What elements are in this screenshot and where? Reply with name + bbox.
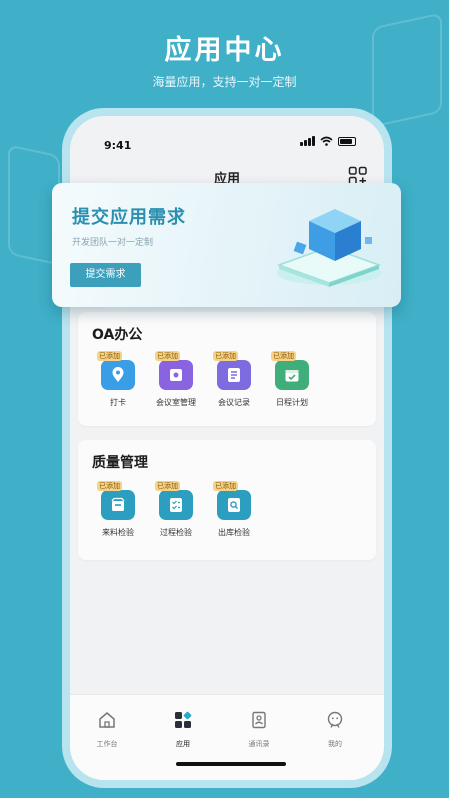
app-label: 打卡 (110, 398, 126, 407)
checklist-icon (170, 498, 182, 512)
battery-icon (338, 136, 356, 146)
search-doc-icon (228, 498, 240, 512)
app-meeting-notes[interactable]: 已添加 会议记录 (204, 351, 264, 408)
app-incoming-inspection[interactable]: 已添加 来料检验 (88, 481, 148, 538)
app-icon-tile: 已添加 (271, 351, 309, 390)
system-icons (300, 136, 356, 146)
notes-icon (228, 368, 240, 382)
incoming-box-icon (111, 497, 125, 511)
location-pin-icon (112, 367, 124, 382)
app-icon-tile: 已添加 (155, 481, 193, 520)
app-icon-tile: 已添加 (213, 481, 251, 520)
meeting-room-icon (170, 369, 182, 381)
app-icon-tile: 已添加 (97, 351, 135, 390)
calendar-check-icon (285, 370, 299, 382)
tab-label: 通讯录 (248, 740, 270, 748)
app-label: 出库检验 (218, 528, 250, 537)
added-badge: 已添加 (213, 481, 238, 491)
tab-profile[interactable]: 我的 (310, 711, 360, 749)
profile-icon (327, 711, 343, 728)
status-time: 9:41 (104, 139, 132, 152)
submit-request-button[interactable]: 提交需求 (70, 263, 141, 287)
wifi-icon (320, 136, 333, 146)
app-icon-tile: 已添加 (213, 351, 251, 390)
bottom-tab-bar: 工作台 应用 通讯录 我的 (70, 694, 384, 780)
hero-subtitle: 海量应用，支持一对一定制 (152, 75, 297, 89)
tab-label: 我的 (328, 740, 342, 748)
added-badge: 已添加 (155, 481, 180, 491)
section-title: OA办公 (92, 327, 143, 343)
contacts-icon (252, 711, 266, 729)
oa-office-section: OA办公 已添加 打卡 已添加 会议室管理 已添加 会议记录 已添加 日程计划 (78, 312, 376, 426)
added-badge: 已添加 (97, 351, 122, 361)
tab-label: 应用 (176, 740, 190, 748)
banner-subtitle: 开发团队一对一定制 (72, 238, 154, 248)
signal-icon (300, 136, 315, 146)
added-badge: 已添加 (155, 351, 180, 361)
app-label: 会议记录 (218, 398, 250, 407)
tab-workbench[interactable]: 工作台 (82, 711, 132, 749)
app-icon-tile: 已添加 (97, 481, 135, 520)
submit-request-banner: 提交应用需求 开发团队一对一定制 提交需求 (52, 183, 401, 307)
hero-title: 应用中心 (164, 35, 285, 66)
tab-label: 工作台 (96, 740, 118, 748)
app-outbound-inspection[interactable]: 已添加 出库检验 (204, 481, 264, 538)
app-process-inspection[interactable]: 已添加 过程检验 (146, 481, 206, 538)
app-label: 来料检验 (102, 528, 134, 537)
home-indicator (176, 762, 286, 766)
app-label: 过程检验 (160, 528, 192, 537)
quality-management-section: 质量管理 已添加 来料检验 已添加 过程检验 已添加 出库检验 (78, 440, 376, 560)
app-label: 日程计划 (276, 398, 308, 407)
added-badge: 已添加 (271, 351, 296, 361)
app-meeting-room[interactable]: 已添加 会议室管理 (146, 351, 206, 408)
apps-grid-icon (175, 711, 192, 728)
app-schedule[interactable]: 已添加 日程计划 (262, 351, 322, 408)
added-badge: 已添加 (213, 351, 238, 361)
home-icon (99, 712, 115, 728)
section-title: 质量管理 (92, 455, 148, 471)
cube-illustration (276, 209, 382, 287)
banner-title: 提交应用需求 (72, 207, 186, 228)
app-label: 会议室管理 (156, 398, 196, 407)
status-bar: 9:41 (104, 134, 356, 152)
app-icon-tile: 已添加 (155, 351, 193, 390)
app-check-in[interactable]: 已添加 打卡 (88, 351, 148, 408)
added-badge: 已添加 (97, 481, 122, 491)
tab-apps[interactable]: 应用 (158, 711, 208, 749)
tab-contacts[interactable]: 通讯录 (234, 711, 284, 749)
